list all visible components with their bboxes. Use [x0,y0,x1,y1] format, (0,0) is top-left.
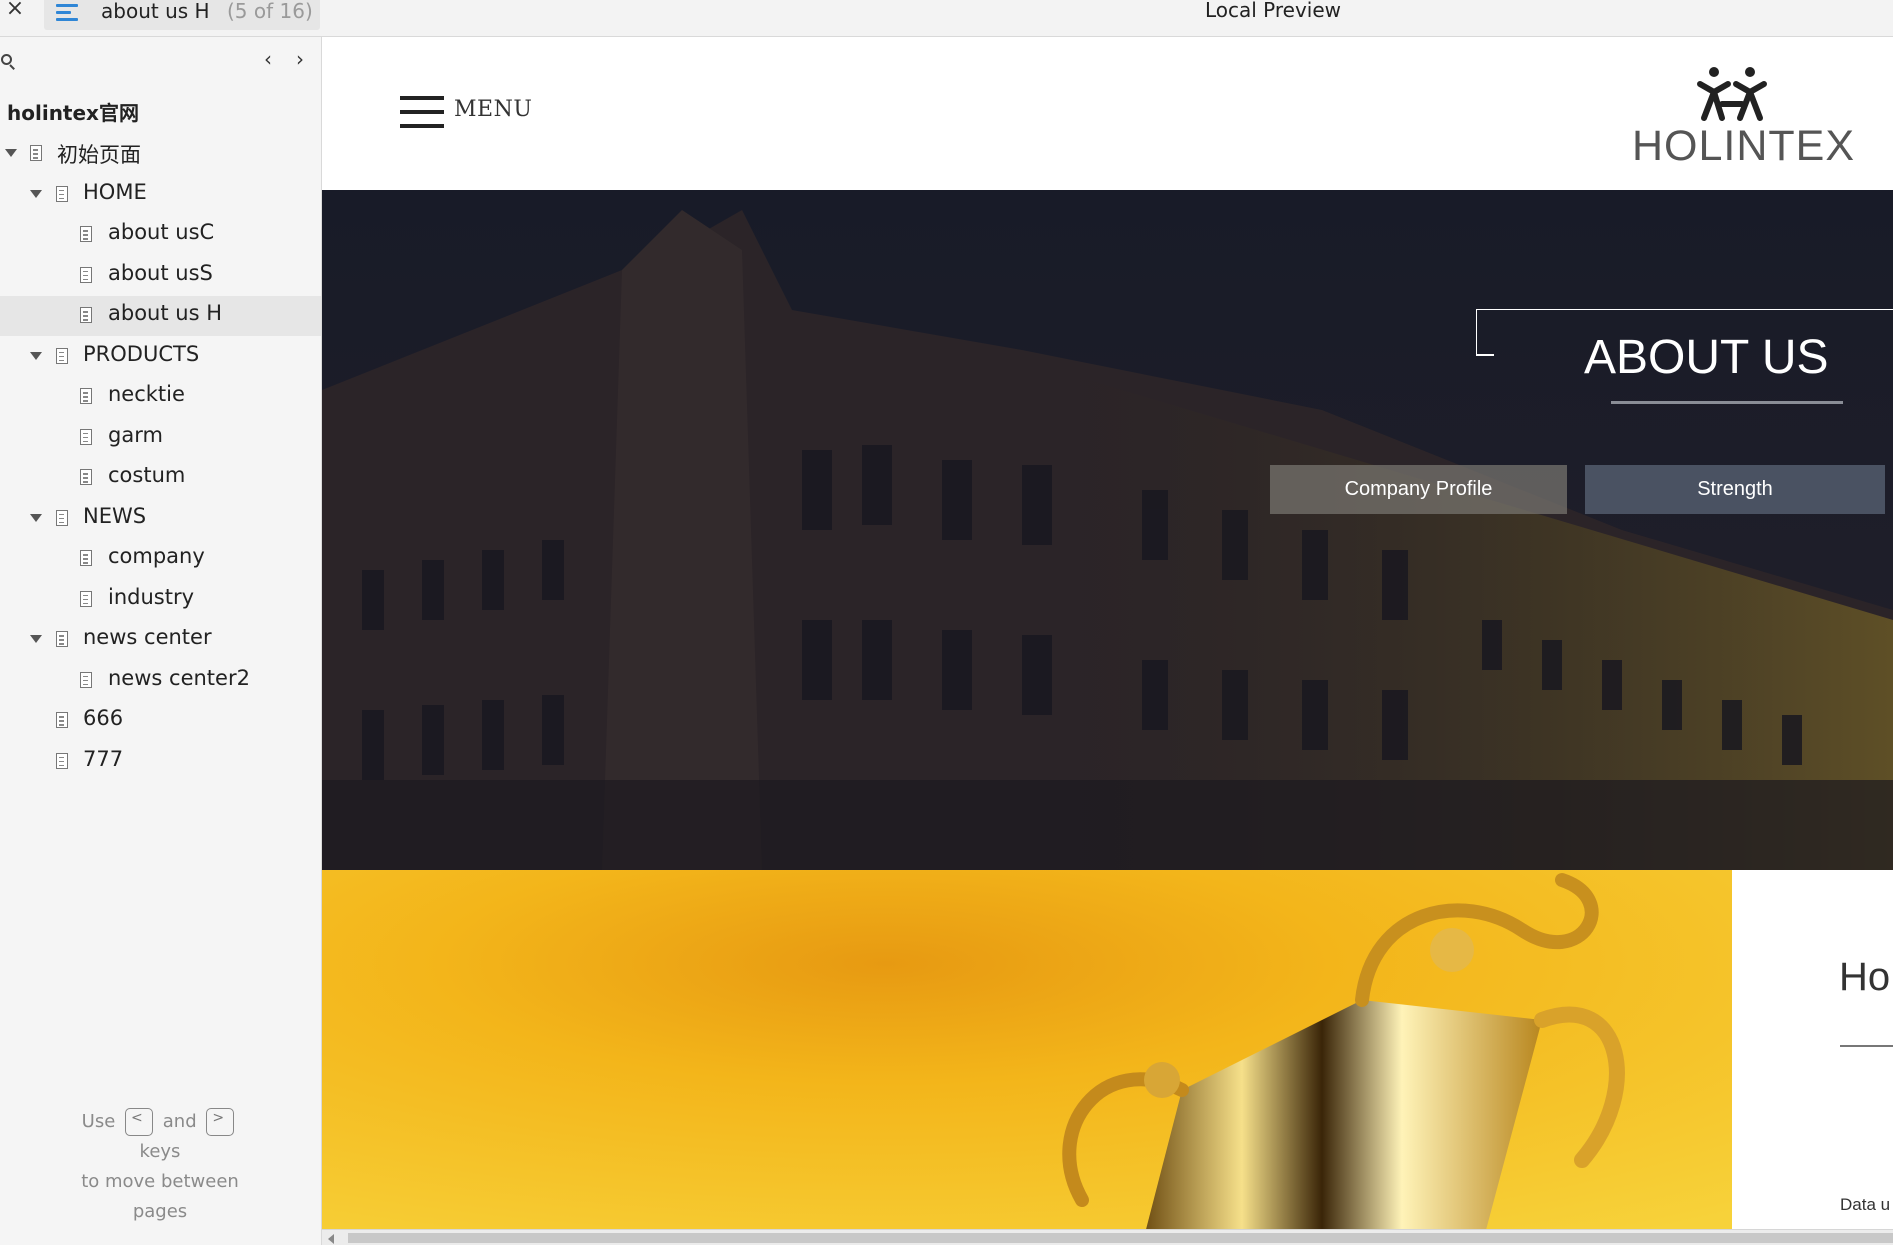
about-us-title: ABOUT US [1584,331,1829,384]
tree-item-label: 666 [83,706,124,730]
tree-item-label: 初始页面 [57,143,141,167]
page-icon [56,509,68,526]
window-topbar: × about us H (5 of 16) Local Preview [0,0,1893,37]
menu-label[interactable]: MENU [454,97,532,122]
hint-use: Use [81,1111,116,1132]
tree-item-label: about us H [108,301,222,325]
page-icon [80,671,92,688]
sidebar: ‹ › holintex官网 初始页面 HOME about usC about us… [0,37,322,1245]
tree-item[interactable]: news center [0,620,321,660]
tree-item-label: 777 [83,746,124,771]
tree-item-label: HOME [83,179,147,204]
expand-arrow-icon[interactable] [30,635,42,643]
site-title: holintex官网 [7,101,139,125]
tree-item[interactable]: about usC [0,215,321,255]
tree-item-label: NEWS [83,503,147,528]
tree-item-label: news center [83,625,212,649]
right-key-icon: > [206,1108,235,1136]
company-profile-button[interactable]: Company Profile [1270,465,1567,514]
tree-item-label: PRODUCTS [83,341,200,366]
page-tab[interactable]: about us H (5 of 16) [44,0,320,30]
page-icon [56,631,68,647]
page-icon [80,266,92,283]
tree-item[interactable]: 666 [0,701,321,741]
tree-item[interactable]: about usS [0,256,321,296]
about-hero-banner: ABOUT US Company Profile Strength [322,190,1893,870]
page-icon [56,712,68,728]
close-icon[interactable]: × [4,0,26,22]
tree-item-label: company [108,544,205,568]
tree-item-label: about usC [108,220,215,244]
scroll-left-icon[interactable] [328,1234,334,1244]
site-header: MENU HOLINTEX [322,37,1893,190]
tab-title: about us H [101,0,210,23]
info-text: Data u [1840,1195,1891,1214]
tree-item-label: costum [108,463,186,487]
page-preview: MENU HOLINTEX ABOUT US Company Profile S… [322,37,1893,1245]
tree-item[interactable]: HOME [0,175,321,215]
scrollbar-thumb[interactable] [348,1233,1893,1243]
page-icon [80,550,92,566]
previous-page-icon[interactable]: ‹ [258,48,278,70]
tree-item[interactable]: 初始页面 [0,134,321,174]
tree-item-label: necktie [108,382,185,406]
expand-arrow-icon[interactable] [30,189,42,198]
tree-item[interactable]: necktie [0,377,321,417]
tree-item-label: industry [108,584,195,609]
keyboard-hint: Use < and > keys to move between pages [60,1107,260,1227]
tab-page-count: (5 of 16) [227,0,313,23]
page-icon [80,469,92,485]
hint-pages: pages [132,1201,188,1222]
page-icon [80,428,92,445]
tree-item[interactable]: company [0,539,321,579]
hint-and: and [162,1111,197,1132]
expand-arrow-icon[interactable] [30,513,42,522]
tree-item-label: news center2 [108,665,250,690]
page-icon [56,347,68,364]
preview-title: Local Preview [1204,0,1342,22]
trophy-image [322,870,1732,1245]
info-panel: Ho Data u [1732,870,1893,1245]
hamburger-menu-icon[interactable] [400,96,444,130]
info-divider [1840,1045,1893,1047]
logo-text: HOLINTEX [1632,122,1856,170]
tree-item[interactable]: costum [0,458,321,498]
left-key-icon: < [125,1108,154,1136]
holintex-logo-icon [1697,67,1767,121]
tree-item[interactable]: news center2 [0,661,321,701]
building-background-image [322,190,1893,870]
info-heading: Ho [1839,955,1891,999]
tree-item-label: garm [108,422,163,447]
search-icon[interactable] [0,53,16,70]
page-icon [80,226,92,242]
tree-item-label: about usS [108,260,213,285]
hint-to-move: to move between [81,1171,239,1192]
next-page-icon[interactable]: › [290,48,310,70]
hint-keys: keys [139,1141,181,1162]
horizontal-scrollbar[interactable] [322,1229,1893,1245]
expand-arrow-icon[interactable] [30,351,42,360]
page-icon [80,307,92,323]
title-frame-tick [1476,354,1494,356]
page-icon [56,185,68,202]
tree-item[interactable]: NEWS [0,499,321,539]
tree-item[interactable]: industry [0,580,321,620]
page-icon [30,145,42,161]
tree-item[interactable]: 777 [0,742,321,782]
tree-item[interactable]: garm [0,418,321,458]
page-icon [56,752,68,769]
page-list-icon [56,3,80,23]
tree-item[interactable]: about us H [0,296,321,336]
page-icon [80,388,92,404]
page-icon [80,590,92,607]
title-underline [1611,401,1843,404]
tree-item[interactable]: PRODUCTS [0,337,321,377]
expand-arrow-icon[interactable] [5,149,17,157]
strength-button[interactable]: Strength [1585,465,1885,514]
